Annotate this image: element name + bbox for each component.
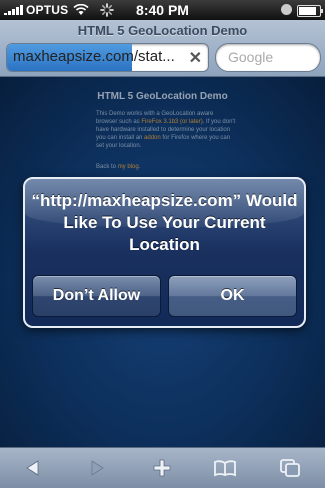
- pages-icon[interactable]: [270, 448, 310, 488]
- add-bookmark-icon[interactable]: [142, 448, 182, 488]
- status-bar: OPTUS 8:40 PM: [0, 0, 325, 20]
- search-placeholder: Google: [228, 49, 274, 65]
- browser-toolbar: [0, 447, 325, 488]
- alert-message: “http://maxheapsize.com” Would Like To U…: [31, 191, 298, 254]
- dont-allow-button[interactable]: Don’t Allow: [32, 275, 161, 317]
- back-icon[interactable]: [13, 448, 53, 488]
- clock: 8:40 PM: [136, 2, 189, 18]
- location-permission-alert: “http://maxheapsize.com” Would Like To U…: [23, 177, 306, 328]
- orientation-lock-icon: [281, 4, 292, 15]
- search-field[interactable]: Google: [215, 43, 321, 72]
- browser-top-bar: HTML 5 GeoLocation Demo maxheapsize.com/…: [0, 20, 325, 77]
- bookmarks-icon[interactable]: [205, 448, 245, 488]
- battery-icon: [297, 5, 323, 17]
- ok-button[interactable]: OK: [168, 275, 297, 317]
- forward-icon[interactable]: [77, 448, 117, 488]
- url-text: maxheapsize.com/stat...: [13, 48, 175, 65]
- page-title: HTML 5 GeoLocation Demo: [77, 23, 248, 38]
- stop-loading-icon[interactable]: ✕: [189, 48, 202, 68]
- url-field[interactable]: maxheapsize.com/stat... ✕: [6, 43, 209, 72]
